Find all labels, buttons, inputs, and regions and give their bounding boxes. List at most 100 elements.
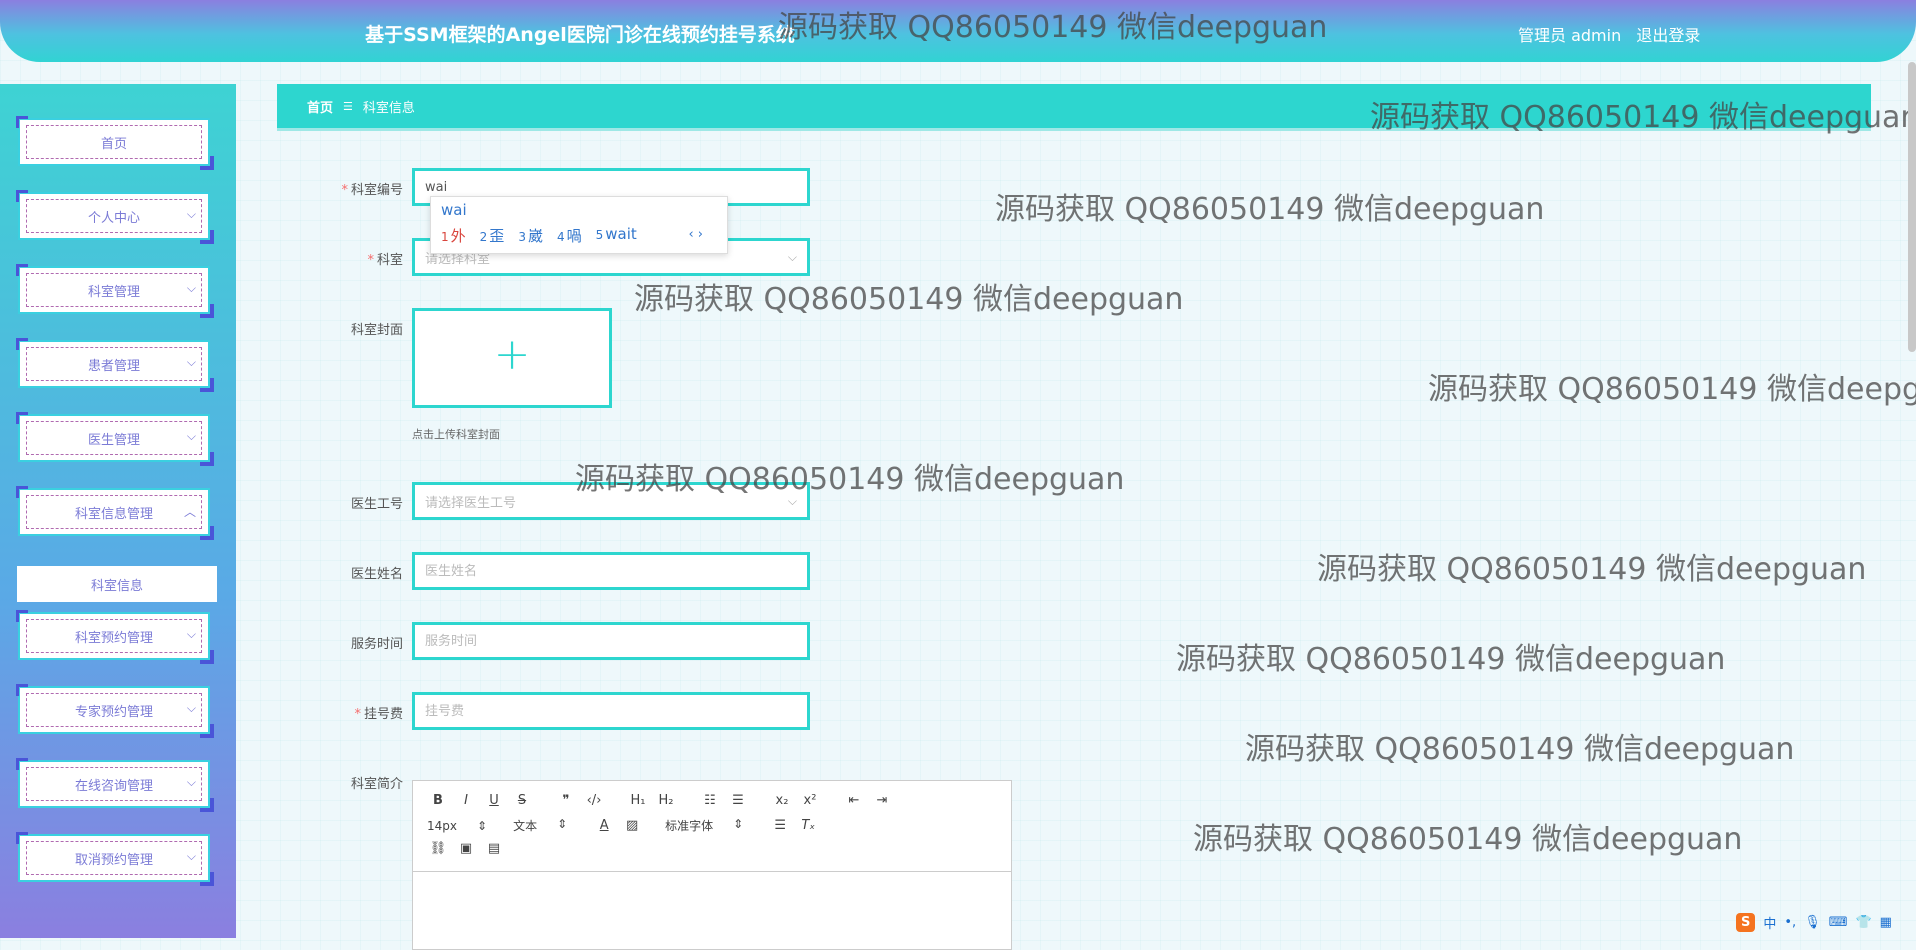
image-icon[interactable]: ▣ [455, 841, 477, 856]
chevron-down-icon: ⌵ [186, 849, 196, 863]
sidebar-item-home[interactable]: 首页 [16, 116, 214, 170]
ime-candidate[interactable]: 3崴 [518, 225, 543, 246]
doctor-name-label: 医生姓名 [350, 567, 403, 582]
ime-tray: S 中 •, 🎙 ⌨ 👕 ▦ [1736, 906, 1916, 938]
align-icon[interactable]: ☰ [769, 818, 791, 833]
sidebar-item-label: 专家预约管理 [74, 704, 153, 720]
blockquote-icon[interactable]: ❞ [555, 793, 577, 808]
watermark: 源码获取 QQ86050149 微信deepguan [778, 10, 1328, 45]
chevron-down-icon: ⌵ [186, 627, 196, 641]
skin-icon[interactable]: 👕 [1855, 915, 1871, 930]
breadcrumb-current: 科室信息 [362, 100, 415, 116]
superscript-icon[interactable]: x² [799, 793, 821, 808]
clear-format-icon[interactable]: Tₓ [797, 818, 819, 833]
watermark: 源码获取 QQ86050149 微信deepguan [1176, 642, 1726, 677]
sidebar-item-label: 患者管理 [87, 358, 140, 374]
chevron-down-icon: ⌵ [186, 281, 196, 295]
sidebar-item-dept-management[interactable]: 科室管理 ⌵ [16, 264, 214, 318]
ime-candidate[interactable]: 1外 [441, 225, 466, 246]
sidebar-item-dept-info-management[interactable]: 科室信息管理 ︿ [16, 486, 214, 540]
ime-candidates: 1外 2歪 3崴 4喎 5 wait [441, 225, 637, 246]
keyboard-icon[interactable]: ⌨ [1829, 915, 1848, 930]
heading2-icon[interactable]: H₂ [655, 793, 677, 808]
sidebar: 首页 个人中心 ⌵ 科室管理 ⌵ 患者管理 ⌵ 医生管理 ⌵ 科室信息管理 ︿ 科室信息 … [0, 84, 236, 938]
select-arrows-icon: ⇕ [733, 817, 744, 831]
fee-input[interactable] [412, 692, 810, 730]
microphone-icon[interactable]: 🎙 [1804, 915, 1821, 930]
breadcrumb-separator-icon: ☰ [343, 99, 353, 113]
watermark: 源码获取 QQ86050149 微信deepguan [1245, 732, 1795, 767]
sidebar-item-label: 科室管理 [87, 284, 140, 300]
breadcrumb-home[interactable]: 首页 [307, 97, 333, 116]
chevron-down-icon: ⌵ [186, 355, 196, 369]
page-scrollbar[interactable] [1908, 62, 1916, 352]
video-icon[interactable]: ▤ [483, 841, 505, 856]
sidebar-item-patient-management[interactable]: 患者管理 ⌵ [16, 338, 214, 392]
outdent-icon[interactable]: ⇤ [843, 793, 865, 808]
watermark: 源码获取 QQ86050149 微信deepguan [995, 192, 1545, 227]
editor-content-area[interactable] [413, 871, 1011, 949]
service-time-input[interactable] [412, 622, 810, 660]
sidebar-item-label: 科室信息管理 [74, 506, 153, 522]
font-size-select[interactable]: 14px ⇕ [427, 819, 487, 833]
subscript-icon[interactable]: x₂ [771, 793, 793, 808]
ime-candidate[interactable]: 2歪 [480, 225, 505, 246]
strikethrough-icon[interactable]: S [511, 793, 533, 808]
sidebar-item-personal-center[interactable]: 个人中心 ⌵ [16, 190, 214, 244]
font-color-icon[interactable]: A [593, 818, 615, 833]
indent-icon[interactable]: ⇥ [871, 793, 893, 808]
cover-upload-box[interactable]: + [412, 308, 612, 408]
ime-candidate[interactable]: 5 wait [596, 225, 637, 246]
submenu-item-dept-info[interactable]: 科室信息 [17, 566, 217, 602]
ime-candidate-popup: wai 1外 2歪 3崴 4喎 5 wait ‹ › [430, 196, 728, 254]
ordered-list-icon[interactable]: ☷ [699, 793, 721, 808]
chevron-down-icon: ⌵ [787, 250, 797, 264]
dept-code-label: * 科室编号 [341, 183, 403, 198]
underline-icon[interactable]: U [483, 793, 505, 808]
cover-upload-tip: 点击上传科室封面 [412, 428, 500, 441]
sidebar-item-label: 首页 [100, 136, 127, 152]
cover-label: 科室封面 [350, 323, 403, 338]
toolbox-icon[interactable]: ▦ [1880, 915, 1892, 930]
sidebar-item-cancel-appointment[interactable]: 取消预约管理 ⌵ [16, 832, 214, 886]
logout-link[interactable]: 退出登录 [1636, 26, 1700, 45]
background-color-icon[interactable]: ▨ [621, 818, 643, 833]
intro-label: 科室简介 [350, 777, 403, 792]
sidebar-item-doctor-management[interactable]: 医生管理 ⌵ [16, 412, 214, 466]
select-arrows-icon: ⇕ [477, 818, 488, 833]
select-arrows-icon: ⇕ [557, 817, 568, 831]
ime-page-nav[interactable]: ‹ › [688, 227, 703, 242]
italic-icon[interactable]: I [455, 793, 477, 808]
service-time-label: 服务时间 [350, 637, 403, 652]
punctuation-icon[interactable]: •, [1784, 915, 1796, 930]
bullet-list-icon[interactable]: ☰ [727, 793, 749, 808]
sidebar-item-label: 个人中心 [87, 210, 140, 226]
dept-label: * 科室 [367, 253, 403, 268]
chevron-down-icon: ⌵ [186, 207, 196, 221]
ime-candidate[interactable]: 4喎 [557, 225, 582, 246]
chevron-down-icon: ⌵ [186, 775, 196, 789]
watermark: 源码获取 QQ86050149 微信deepguan [575, 462, 1125, 497]
doctor-name-input[interactable] [412, 552, 810, 590]
doctor-id-placeholder: 请选择医生工号 [425, 495, 517, 511]
chevron-down-icon: ⌵ [186, 701, 196, 715]
sidebar-item-dept-appointment[interactable]: 科室预约管理 ⌵ [16, 610, 214, 664]
link-icon[interactable]: ⛓ [427, 841, 449, 856]
sogou-logo-icon[interactable]: S [1736, 912, 1756, 932]
heading1-icon[interactable]: H₁ [627, 793, 649, 808]
sidebar-item-label: 医生管理 [87, 432, 140, 448]
text-type-select[interactable]: 文本 ⇕ [513, 817, 567, 834]
ime-language-indicator[interactable]: 中 [1763, 913, 1776, 932]
bold-icon[interactable]: B [427, 793, 449, 808]
sidebar-item-label: 在线咨询管理 [74, 778, 153, 794]
ime-typed-text: wai [441, 201, 467, 219]
chevron-down-icon: ⌵ [186, 429, 196, 443]
sidebar-item-label: 科室预约管理 [74, 630, 153, 646]
sidebar-item-expert-appointment[interactable]: 专家预约管理 ⌵ [16, 684, 214, 738]
sidebar-item-online-consult[interactable]: 在线咨询管理 ⌵ [16, 758, 214, 812]
code-block-icon[interactable]: ‹/› [583, 793, 605, 808]
font-family-select[interactable]: 标准字体 ⇕ [665, 817, 743, 834]
watermark: 源码获取 QQ86050149 微信deepguan [1317, 552, 1867, 587]
doctor-id-label: 医生工号 [350, 497, 403, 512]
sidebar-item-label: 取消预约管理 [74, 852, 153, 868]
